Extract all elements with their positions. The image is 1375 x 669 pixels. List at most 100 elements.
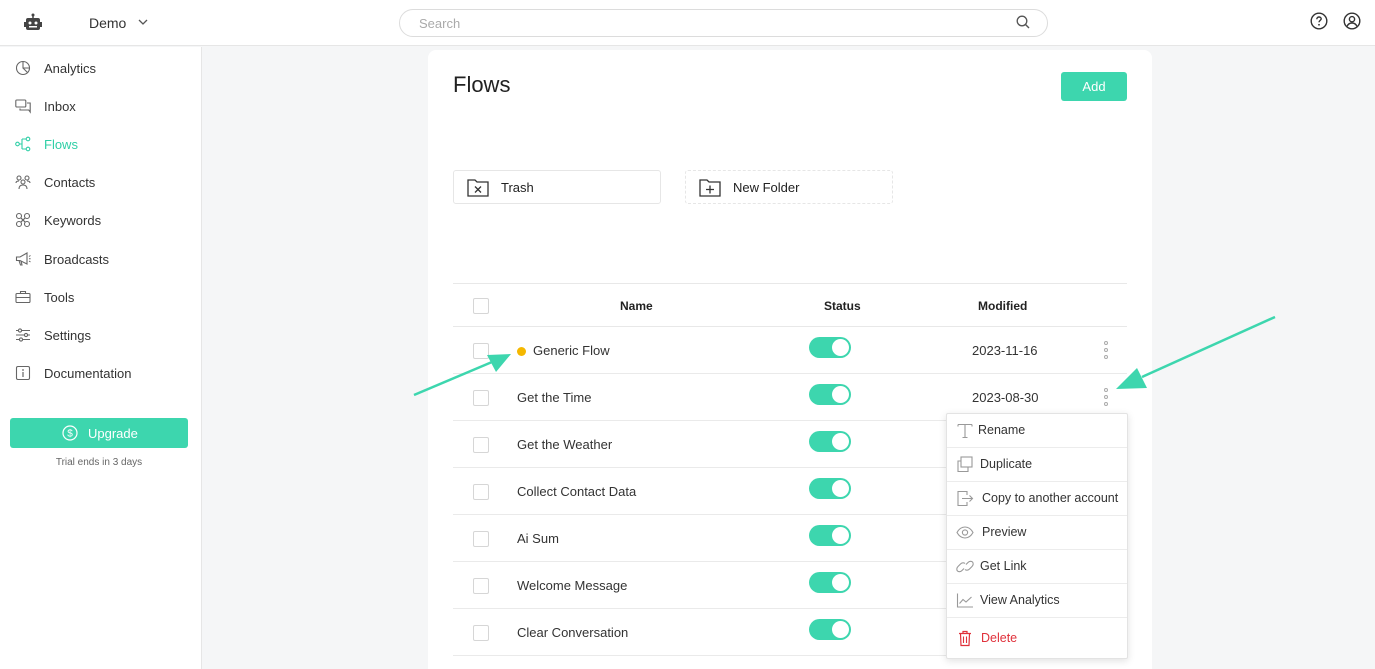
eye-icon bbox=[956, 526, 974, 539]
more-options-icon[interactable] bbox=[1099, 341, 1113, 361]
upgrade-label: Upgrade bbox=[88, 426, 138, 441]
line-chart-icon bbox=[956, 593, 973, 608]
modified-date: 2023-11-16 bbox=[972, 343, 1038, 358]
trash-folder-icon bbox=[467, 179, 489, 197]
status-toggle[interactable] bbox=[809, 384, 851, 405]
flow-name[interactable]: Ai Sum bbox=[517, 531, 559, 546]
sidebar-item-label: Broadcasts bbox=[44, 252, 110, 267]
export-icon bbox=[957, 490, 974, 507]
link-icon bbox=[956, 560, 974, 573]
sidebar-item-label: Contacts bbox=[44, 175, 96, 190]
top-bar: Demo bbox=[0, 0, 1375, 46]
chevron-down-icon[interactable] bbox=[138, 17, 148, 27]
menu-item-label: Delete bbox=[981, 631, 1018, 645]
menu-item-label: Rename bbox=[978, 423, 1026, 437]
sidebar-item-label: Keywords bbox=[44, 213, 102, 228]
menu-item-preview[interactable]: Preview bbox=[947, 516, 1127, 550]
column-name[interactable]: Name bbox=[620, 299, 653, 313]
modified-date: 2023-08-30 bbox=[972, 390, 1039, 405]
keywords-icon bbox=[15, 212, 31, 228]
flow-context-menu: Rename Duplicate Copy to another account… bbox=[946, 413, 1128, 659]
megaphone-icon bbox=[15, 252, 31, 266]
table-row[interactable]: Generic Flow 2023-11-16 bbox=[453, 327, 1127, 374]
dollar-icon: $ bbox=[62, 425, 78, 441]
row-checkbox[interactable] bbox=[473, 343, 489, 359]
sidebar-item-contacts[interactable]: Contacts bbox=[0, 167, 201, 197]
menu-item-copy-to-account[interactable]: Copy to another account bbox=[947, 482, 1127, 516]
menu-item-label: Preview bbox=[982, 525, 1027, 539]
select-all-checkbox[interactable] bbox=[473, 298, 489, 314]
delete-icon bbox=[959, 630, 971, 647]
upgrade-button[interactable]: $ Upgrade bbox=[10, 418, 188, 448]
sidebar: Analytics Inbox Flows Contacts Keywords … bbox=[0, 47, 202, 669]
new-folder-icon bbox=[699, 179, 721, 197]
menu-item-delete[interactable]: Delete bbox=[947, 618, 1127, 658]
sidebar-item-documentation[interactable]: Documentation bbox=[0, 358, 201, 388]
folder-label: Trash bbox=[501, 180, 534, 195]
search-input[interactable] bbox=[399, 9, 1048, 37]
sidebar-item-keywords[interactable]: Keywords bbox=[0, 205, 201, 235]
sidebar-item-flows[interactable]: Flows bbox=[0, 129, 201, 159]
menu-item-label: View Analytics bbox=[980, 593, 1060, 607]
add-button[interactable]: Add bbox=[1061, 72, 1127, 101]
sidebar-item-label: Settings bbox=[44, 328, 91, 343]
row-checkbox[interactable] bbox=[473, 484, 489, 500]
sliders-icon bbox=[16, 328, 30, 342]
status-toggle[interactable] bbox=[809, 337, 851, 358]
trial-notice: Trial ends in 3 days bbox=[55, 457, 143, 468]
sidebar-item-label: Inbox bbox=[44, 99, 76, 114]
table-header: Name Status Modified bbox=[453, 283, 1127, 327]
sidebar-item-label: Analytics bbox=[44, 61, 97, 76]
sidebar-item-inbox[interactable]: Inbox bbox=[0, 91, 201, 121]
folder-label: New Folder bbox=[733, 180, 800, 195]
search-icon[interactable] bbox=[1016, 15, 1030, 29]
robot-logo-icon[interactable] bbox=[24, 13, 42, 33]
column-status[interactable]: Status bbox=[824, 299, 861, 313]
row-checkbox[interactable] bbox=[473, 531, 489, 547]
folder-new[interactable]: New Folder bbox=[685, 170, 893, 204]
sidebar-item-analytics[interactable]: Analytics bbox=[0, 53, 201, 83]
flows-icon bbox=[15, 136, 31, 152]
more-options-icon[interactable] bbox=[1099, 388, 1113, 408]
status-toggle[interactable] bbox=[809, 619, 851, 640]
sidebar-item-broadcasts[interactable]: Broadcasts bbox=[0, 244, 201, 274]
flow-name[interactable]: Generic Flow bbox=[533, 343, 610, 358]
row-checkbox[interactable] bbox=[473, 625, 489, 641]
user-icon[interactable] bbox=[1343, 12, 1361, 30]
page-title: Flows bbox=[453, 72, 511, 97]
sidebar-item-settings[interactable]: Settings bbox=[0, 320, 201, 350]
toolbox-icon bbox=[15, 290, 31, 304]
draft-indicator bbox=[517, 347, 526, 356]
svg-text:$: $ bbox=[67, 429, 73, 440]
info-icon bbox=[15, 365, 31, 381]
flow-name[interactable]: Collect Contact Data bbox=[517, 484, 636, 499]
row-checkbox[interactable] bbox=[473, 390, 489, 406]
status-toggle[interactable] bbox=[809, 478, 851, 499]
column-modified[interactable]: Modified bbox=[978, 299, 1027, 313]
flow-name[interactable]: Clear Conversation bbox=[517, 625, 628, 640]
menu-item-rename[interactable]: Rename bbox=[947, 414, 1127, 448]
contacts-icon bbox=[15, 175, 31, 190]
folder-trash[interactable]: Trash bbox=[453, 170, 661, 204]
flow-name[interactable]: Welcome Message bbox=[517, 578, 627, 593]
chat-bubbles-icon bbox=[15, 99, 31, 114]
help-icon[interactable] bbox=[1310, 12, 1328, 30]
flow-name[interactable]: Get the Weather bbox=[517, 437, 612, 452]
status-toggle[interactable] bbox=[809, 572, 851, 593]
menu-item-label: Get Link bbox=[980, 559, 1027, 573]
flow-name[interactable]: Get the Time bbox=[517, 390, 591, 405]
status-toggle[interactable] bbox=[809, 431, 851, 452]
sidebar-item-label: Flows bbox=[44, 137, 78, 152]
status-toggle[interactable] bbox=[809, 525, 851, 546]
menu-item-label: Duplicate bbox=[980, 457, 1033, 471]
menu-item-label: Copy to another account bbox=[982, 491, 1119, 505]
menu-item-get-link[interactable]: Get Link bbox=[947, 550, 1127, 584]
account-name[interactable]: Demo bbox=[89, 15, 126, 31]
sidebar-item-tools[interactable]: Tools bbox=[0, 282, 201, 312]
menu-item-duplicate[interactable]: Duplicate bbox=[947, 448, 1127, 482]
row-checkbox[interactable] bbox=[473, 437, 489, 453]
menu-item-view-analytics[interactable]: View Analytics bbox=[947, 584, 1127, 618]
duplicate-icon bbox=[957, 456, 973, 473]
row-checkbox[interactable] bbox=[473, 578, 489, 594]
sidebar-item-label: Documentation bbox=[44, 366, 132, 381]
